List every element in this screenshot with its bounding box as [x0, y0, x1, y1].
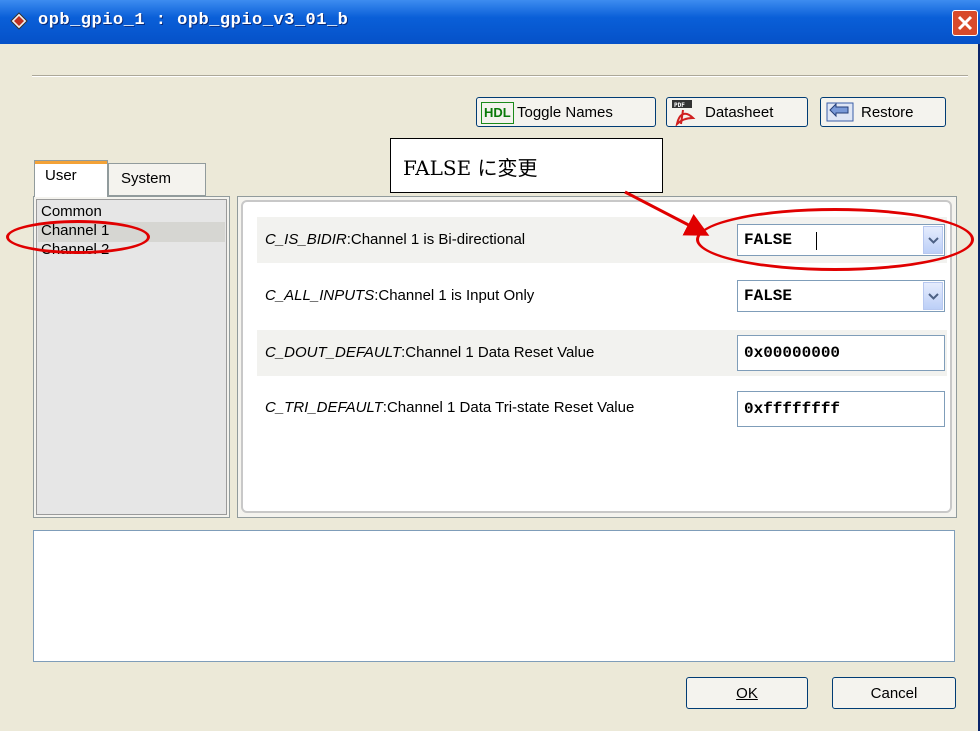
tab-user-label: User	[45, 167, 77, 184]
tab-user[interactable]: User	[34, 160, 108, 197]
dialog-window: opb_gpio_1 : opb_gpio_v3_01_b HDL Toggle…	[0, 0, 980, 731]
annotation-arrow	[624, 190, 710, 236]
